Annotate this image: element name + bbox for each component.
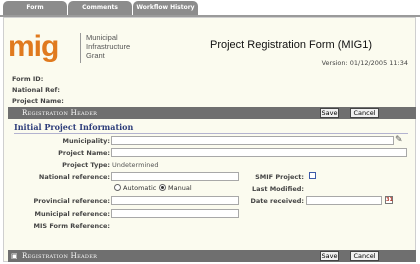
municipality-label: Municipality: — [62, 137, 110, 145]
project-type-value: Undetermined — [112, 161, 159, 169]
logo-line-municipal: Municipal — [86, 33, 118, 42]
radio-automatic-label: Automatic — [123, 184, 157, 192]
smif-project-checkbox[interactable] — [309, 172, 316, 179]
national-reference-input[interactable] — [111, 172, 239, 181]
logo-divider — [80, 33, 81, 63]
provincial-reference-label: Provincial reference: — [33, 197, 110, 205]
logo-line-infrastructure: Infrastructure — [86, 42, 131, 51]
national-ref-label: National Ref: — [12, 86, 60, 94]
save-button[interactable]: Save — [320, 108, 339, 118]
registration-header-bar: Registration Header Save Cancel — [8, 107, 416, 119]
radio-automatic[interactable] — [114, 184, 121, 191]
section-expand-icon[interactable]: ▣ — [11, 252, 19, 260]
radio-manual[interactable] — [159, 184, 166, 191]
save-button-bottom[interactable]: Save — [320, 251, 339, 261]
registration-header-title: Registration Header — [22, 109, 98, 117]
cancel-button-bottom[interactable]: Cancel — [350, 251, 379, 261]
mis-form-reference-label: MIS Form Reference: — [33, 222, 110, 230]
project-name-input[interactable] — [111, 148, 407, 157]
tab-bar: Form Comments Workflow History — [0, 0, 420, 17]
last-modified-label: Last Modified: — [251, 185, 304, 193]
calendar-icon[interactable]: 31 — [385, 196, 393, 204]
mig-logo: mig — [8, 30, 59, 63]
national-reference-label: National reference: — [38, 173, 110, 181]
tab-form[interactable]: Form — [3, 1, 67, 15]
radio-manual-label: Manual — [168, 184, 192, 192]
smif-project-label: SMIF Project: — [255, 173, 304, 181]
registration-header-title-bottom: Registration Header — [22, 252, 98, 260]
municipality-input[interactable] — [111, 136, 394, 145]
provincial-reference-input[interactable] — [111, 196, 239, 205]
cancel-button[interactable]: Cancel — [350, 108, 379, 118]
form-panel: mig Municipal Infrastructure Grant Proje… — [3, 17, 416, 262]
tab-comments[interactable]: Comments — [68, 1, 132, 15]
version-text: Version: 01/12/2005 11:34 — [321, 59, 408, 67]
municipal-reference-label: Municipal reference: — [34, 210, 110, 218]
project-name-label: Project Name: — [58, 149, 110, 157]
logo-line-grant: Grant — [86, 51, 105, 60]
project-name-meta-label: Project Name: — [12, 97, 64, 105]
date-received-label: Date received: — [250, 197, 304, 205]
municipal-reference-input[interactable] — [111, 209, 239, 218]
tab-workflow-history[interactable]: Workflow History — [133, 1, 198, 15]
logo-text: Municipal Infrastructure Grant — [86, 33, 130, 60]
project-type-label: Project Type: — [62, 161, 110, 169]
date-received-input[interactable] — [306, 196, 382, 205]
form-id-label: Form ID: — [12, 75, 44, 83]
section-divider — [14, 133, 408, 134]
page-title: Project Registration Form (MIG1) — [210, 39, 372, 51]
section-heading: Initial Project Information — [14, 122, 134, 132]
lookup-wand-icon[interactable]: ✎ — [395, 135, 405, 145]
registration-header-bar-bottom: ▣ Registration Header Save Cancel — [8, 250, 416, 262]
